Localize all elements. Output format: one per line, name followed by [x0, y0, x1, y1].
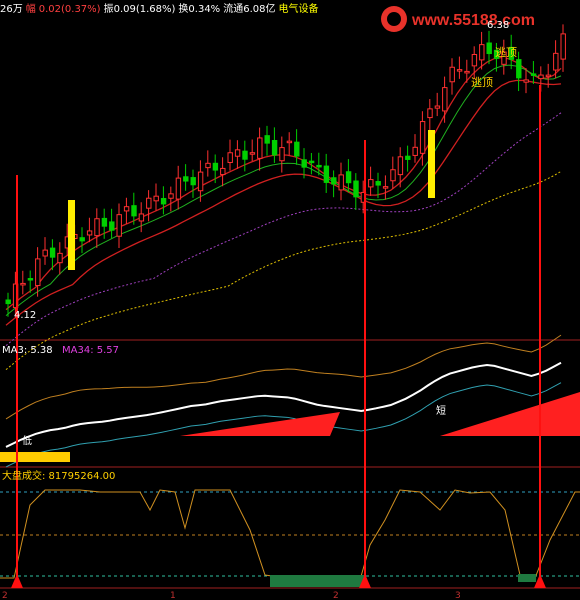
x-tick-4: 3 [455, 591, 461, 600]
mid-mark-buy: 低 [22, 434, 32, 447]
candle-body [419, 121, 426, 154]
ma3-label: MA3: 5.38 [2, 345, 53, 356]
signal-bar [428, 130, 435, 198]
candle-body [257, 137, 263, 159]
candle-body [101, 217, 108, 227]
candle-body [301, 159, 307, 168]
candle-body [35, 258, 41, 287]
candle-body [345, 171, 352, 184]
ma34-label: MA34: 5.57 [62, 345, 119, 356]
candle-body [375, 181, 381, 186]
candle-body [382, 186, 389, 189]
candle-body [397, 156, 404, 176]
oscillator [0, 489, 580, 587]
candle-body [227, 152, 233, 163]
candle-body [234, 149, 241, 157]
candle-body [308, 160, 315, 164]
candle-body [442, 87, 448, 112]
candle-body [271, 140, 278, 156]
candle-body [123, 206, 130, 212]
candle-body [5, 299, 11, 305]
candle-body [175, 177, 182, 200]
candle-body [116, 214, 122, 237]
candle-body [153, 195, 159, 202]
candle-body [86, 230, 93, 236]
candle-body [286, 140, 293, 144]
candle-body [94, 218, 100, 237]
ma-green [5, 64, 562, 316]
candle-body [434, 105, 441, 109]
chart-stage: 26万幅 0.02(0.37%) 振0.09(1.68%) 换0.34% 流通6.08亿… [0, 0, 580, 600]
candle-body [242, 150, 248, 160]
low-price-label: 4.12 [14, 310, 36, 321]
candle-body [553, 52, 559, 71]
index-volume-label: 大盘成交: 81795264.00 [2, 469, 115, 482]
candle-body [516, 59, 522, 79]
candle-body [456, 69, 463, 72]
candles [5, 24, 566, 319]
candle-body [20, 282, 26, 286]
candle-body [294, 141, 300, 157]
candle-body [197, 171, 204, 192]
candle-body [523, 79, 529, 83]
candle-body [160, 198, 167, 205]
candle-body [146, 197, 152, 209]
candle-body [464, 70, 470, 74]
candle-body [530, 73, 537, 76]
candle-body [405, 155, 411, 160]
mid-red-wedge-2 [440, 392, 580, 436]
candle-body [449, 66, 455, 83]
candle-body [27, 278, 34, 281]
moving-averages [5, 56, 562, 370]
candle-body [205, 162, 211, 169]
osc-fill-low-2 [518, 574, 536, 582]
top-call-label-2: 逃顶 [471, 76, 493, 89]
candle-body [486, 42, 492, 55]
ma-red-fast [5, 56, 562, 311]
candle-body [279, 147, 285, 162]
candle-body [545, 74, 552, 78]
mid-yellow-block [0, 452, 70, 462]
top-call-label-1: 逃顶 [495, 46, 517, 59]
candle-body [471, 54, 478, 67]
candle-body [331, 177, 337, 185]
candle-body [412, 146, 418, 156]
candle-body [316, 164, 322, 168]
x-tick-3: 2 [333, 591, 339, 600]
candle-body [138, 213, 145, 222]
candle-body [323, 165, 330, 183]
x-tick-2: 1 [170, 591, 176, 600]
candle-body [183, 176, 189, 182]
candle-body [353, 180, 359, 198]
candle-body [338, 174, 344, 191]
candle-body [249, 152, 256, 155]
candle-body [131, 205, 137, 217]
candle-body [79, 237, 85, 242]
ma-red-slow [5, 79, 562, 326]
mid-mark-sell: 短 [436, 404, 446, 417]
candle-body [390, 169, 396, 182]
signal-bar [68, 200, 75, 270]
high-price-label: 6.38 [487, 20, 509, 31]
signal-lines [11, 85, 546, 588]
candle-body [109, 221, 115, 231]
candle-body [190, 177, 196, 186]
osc-fill-low [270, 575, 365, 587]
candle-body [42, 249, 48, 257]
candle-body [368, 179, 374, 188]
candle-body [168, 193, 174, 199]
candle-body [264, 135, 270, 144]
candle-body [49, 247, 56, 258]
candle-body [57, 252, 63, 264]
candle-body [479, 44, 485, 61]
candle-body [560, 33, 566, 60]
candle-body [220, 167, 226, 176]
candle-body [212, 162, 219, 171]
x-tick-1: 2 [2, 591, 8, 600]
candle-body [427, 108, 433, 119]
candle-body [538, 74, 544, 80]
chart-canvas: 6.38 4.12 逃顶 逃顶 MA3: 5.38 MA34: 5.57 大盘成… [0, 20, 580, 600]
